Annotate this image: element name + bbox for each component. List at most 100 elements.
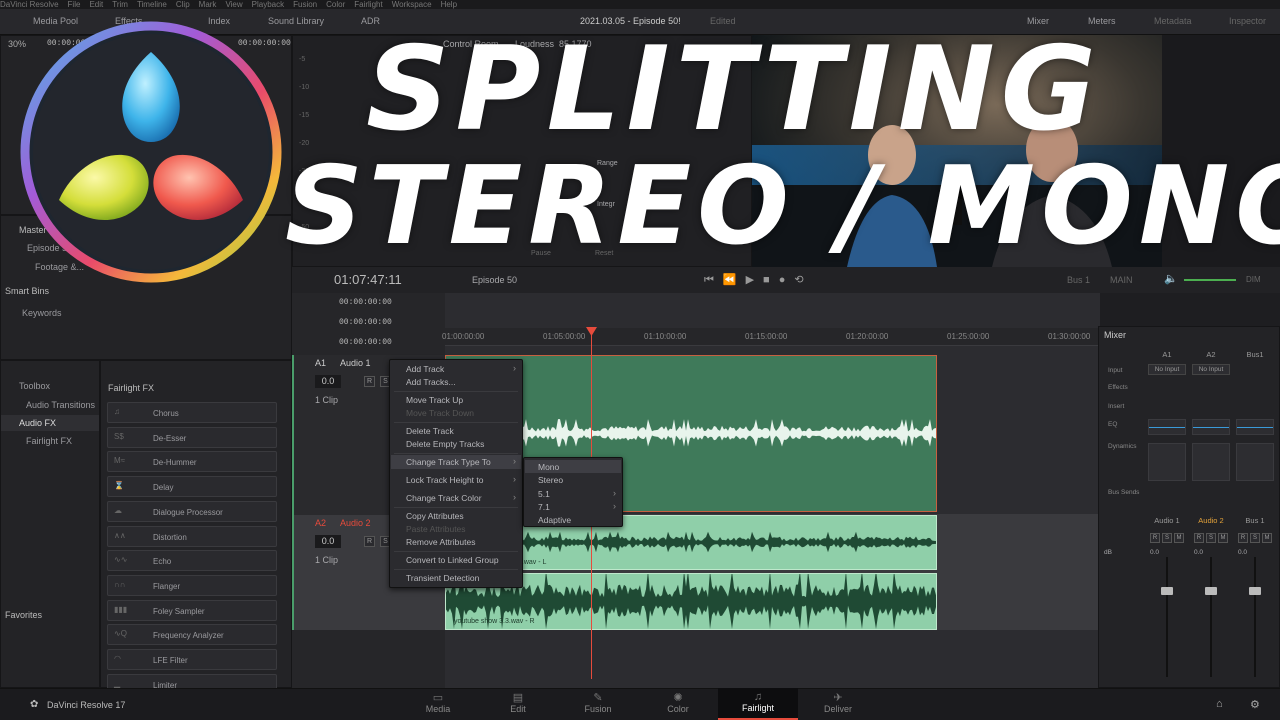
page-color[interactable]: ✺ Color xyxy=(638,688,718,720)
ctx-item-convert-to-linked-group[interactable]: Convert to Linked Group xyxy=(406,555,499,565)
fx-item-dialogue-processor[interactable]: ☁ Dialogue Processor xyxy=(107,500,277,522)
fx-item-delay[interactable]: ⌛ Delay xyxy=(107,476,277,498)
fx-item-lfe-filter[interactable]: ◠ LFE Filter xyxy=(107,649,277,670)
mixer-col-header: A2 xyxy=(1206,350,1216,359)
mixer-eq-graph[interactable] xyxy=(1148,419,1186,435)
track-a2-volume[interactable]: 0.0 xyxy=(315,535,341,548)
inspector-button[interactable]: Inspector xyxy=(1229,16,1266,26)
page-edit[interactable]: ▤ Edit xyxy=(478,688,558,720)
mixer-button-r[interactable]: R xyxy=(1194,533,1204,543)
menu-fusion[interactable]: Fusion xyxy=(293,0,317,9)
ctx-item-copy-attributes[interactable]: Copy Attributes xyxy=(406,511,464,521)
mixer-fader-handle[interactable] xyxy=(1205,587,1217,595)
ctx-item-transient-detection[interactable]: Transient Detection xyxy=(406,573,479,583)
mixer-button-s[interactable]: S xyxy=(1206,533,1216,543)
fx-item-flanger[interactable]: ∩∩ Flanger xyxy=(107,574,277,596)
menu-file[interactable]: File xyxy=(68,0,81,9)
menu-mark[interactable]: Mark xyxy=(199,0,217,9)
audio-fx-item[interactable]: Audio FX xyxy=(19,418,56,428)
ctx-item-move-track-down: Move Track Down xyxy=(406,408,475,418)
menu-trim[interactable]: Trim xyxy=(112,0,128,9)
track-a1-volume[interactable]: 0.0 xyxy=(315,375,341,388)
bus-selector[interactable]: Bus 1 xyxy=(1067,275,1090,285)
page-fairlight[interactable]: ♫ Fairlight xyxy=(718,688,798,720)
ctx-item-change-track-type-to[interactable]: Change Track Type To xyxy=(406,457,491,467)
menu-edit[interactable]: Edit xyxy=(89,0,103,9)
transport-controls[interactable]: ⏮⏪▶■●⟲ xyxy=(704,273,813,287)
mixer-fader-handle[interactable] xyxy=(1161,587,1173,595)
menu-fairlight[interactable]: Fairlight xyxy=(354,0,382,9)
ctx-item-delete-empty-tracks[interactable]: Delete Empty Tracks xyxy=(406,439,484,449)
toolbox-item[interactable]: Toolbox xyxy=(19,381,50,391)
mixer-strip-name: Bus 1 xyxy=(1245,516,1265,525)
timeline-timecode: 01:07:47:11 xyxy=(334,272,402,287)
submenu-item-7-1[interactable]: 7.1 xyxy=(538,502,550,512)
menu-davinci-resolve[interactable]: DaVinci Resolve xyxy=(0,0,59,9)
page-deliver[interactable]: ✈ Deliver xyxy=(798,688,878,720)
menu-workspace[interactable]: Workspace xyxy=(392,0,432,9)
fx-item-de-esser[interactable]: S$ De-Esser xyxy=(107,426,277,448)
mixer-fader-handle[interactable] xyxy=(1249,587,1261,595)
mixer-button-r[interactable]: R xyxy=(1238,533,1248,543)
fx-item-frequency-analyzer[interactable]: ∿Q Frequency Analyzer xyxy=(107,624,277,646)
track-a2-record[interactable]: R xyxy=(364,536,375,547)
fx-item-de-hummer[interactable]: M≈ De-Hummer xyxy=(107,451,277,473)
home-icon[interactable]: ⌂ xyxy=(1216,698,1223,710)
submenu-item-mono[interactable]: Mono xyxy=(538,462,559,472)
submenu-item-5-1[interactable]: 5.1 xyxy=(538,489,550,499)
main-selector[interactable]: MAIN xyxy=(1110,275,1133,285)
mixer-input-select[interactable]: No Input xyxy=(1148,364,1186,375)
monitor-volume-slider[interactable] xyxy=(1184,279,1236,281)
metadata-button[interactable]: Metadata xyxy=(1154,16,1192,26)
track-a1-name[interactable]: Audio 1 xyxy=(340,358,371,368)
page-media[interactable]: ▭ Media xyxy=(398,688,478,720)
fx-item-distortion[interactable]: ∧∧ Distortion xyxy=(107,525,277,547)
mixer-dynamics-graph[interactable] xyxy=(1192,443,1230,481)
mixer-button-m[interactable]: M xyxy=(1262,533,1272,543)
smart-bins-label: Smart Bins xyxy=(5,286,50,296)
keywords-bin[interactable]: Keywords xyxy=(22,308,62,318)
mixer-dynamics-graph[interactable] xyxy=(1236,443,1274,481)
ctx-item-lock-track-height-to[interactable]: Lock Track Height to xyxy=(406,475,483,485)
page-fusion[interactable]: ✎ Fusion xyxy=(558,688,638,720)
menu-help[interactable]: Help xyxy=(441,0,457,9)
dim-button[interactable]: DIM xyxy=(1246,275,1261,284)
settings-icon[interactable]: ⚙ xyxy=(1250,698,1260,711)
ctx-item-move-track-up[interactable]: Move Track Up xyxy=(406,395,463,405)
ctx-item-add-tracks[interactable]: Add Tracks... xyxy=(406,377,456,387)
timeline-ruler[interactable]: 01:00:00:00 01:05:00:00 01:10:00:00 01:15:0… xyxy=(442,328,1100,346)
mixer-button-s[interactable]: S xyxy=(1250,533,1260,543)
mixer-button-m[interactable]: M xyxy=(1218,533,1228,543)
menu-clip[interactable]: Clip xyxy=(176,0,190,9)
speaker-icon[interactable]: 🔈 xyxy=(1164,272,1178,285)
menu-view[interactable]: View xyxy=(225,0,242,9)
audio-transitions-item[interactable]: Audio Transitions xyxy=(26,400,95,410)
fx-item-foley-sampler[interactable]: ▮▮▮ Foley Sampler xyxy=(107,599,277,621)
menu-playback[interactable]: Playback xyxy=(252,0,284,9)
timeline-name[interactable]: Episode 50 xyxy=(472,275,517,285)
mixer-eq-graph[interactable] xyxy=(1192,419,1230,435)
mixer-button-s[interactable]: S xyxy=(1162,533,1172,543)
mixer-row-label: Effects xyxy=(1108,384,1128,391)
fx-item-chorus[interactable]: ♫ Chorus xyxy=(107,402,277,423)
submenu-item-stereo[interactable]: Stereo xyxy=(538,475,563,485)
menu-timeline[interactable]: Timeline xyxy=(137,0,167,9)
track-a2-id: A2 xyxy=(315,518,327,528)
ruler-label: 01:30:00:00 xyxy=(1048,332,1091,341)
menu-color[interactable]: Color xyxy=(326,0,345,9)
fx-item-label: De-Esser xyxy=(153,433,187,443)
mixer-button-m[interactable]: M xyxy=(1174,533,1184,543)
mixer-button-r[interactable]: R xyxy=(1150,533,1160,543)
ctx-item-remove-attributes[interactable]: Remove Attributes xyxy=(406,537,475,547)
ctx-item-change-track-color[interactable]: Change Track Color xyxy=(406,493,482,503)
submenu-item-adaptive[interactable]: Adaptive xyxy=(538,515,571,525)
track-a1-record[interactable]: R xyxy=(364,376,375,387)
fairlight-fx-item[interactable]: Fairlight FX xyxy=(26,436,72,446)
ctx-item-delete-track[interactable]: Delete Track xyxy=(406,426,454,436)
mixer-dynamics-graph[interactable] xyxy=(1148,443,1186,481)
ctx-item-add-track[interactable]: Add Track xyxy=(406,364,444,374)
mixer-input-select[interactable]: No Input xyxy=(1192,364,1230,375)
fx-item-echo[interactable]: ∿∿ Echo xyxy=(107,550,277,572)
track-a2-name[interactable]: Audio 2 xyxy=(340,518,371,528)
mixer-eq-graph[interactable] xyxy=(1236,419,1274,435)
